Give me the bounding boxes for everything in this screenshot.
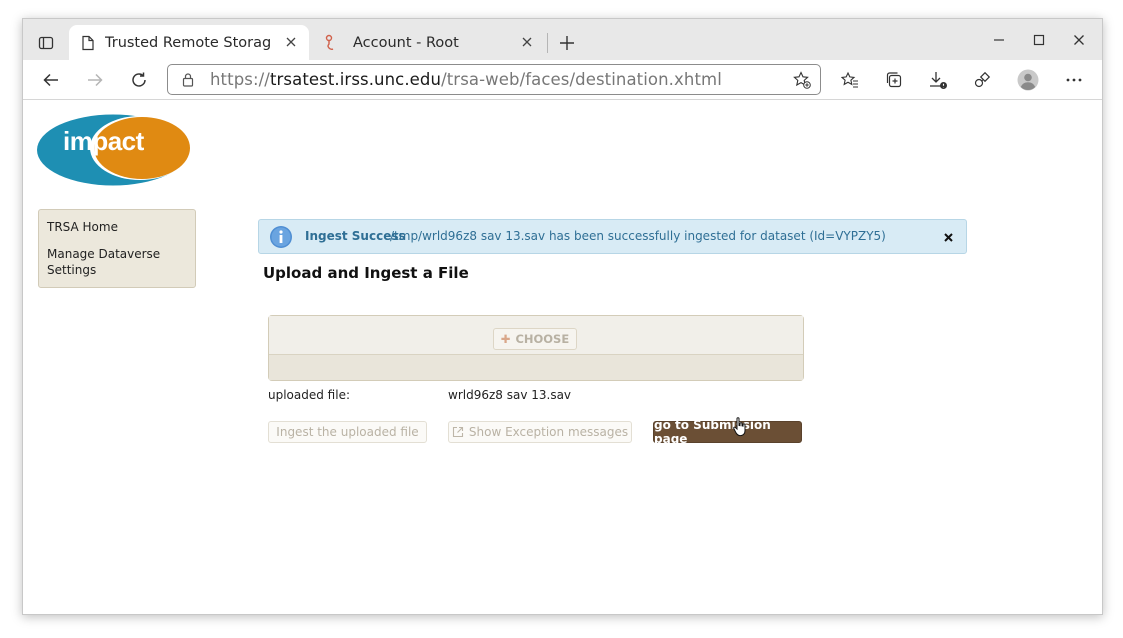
tab-close-button[interactable] [519,34,535,50]
browser-window: Trusted Remote Storage A Account - Root [22,18,1103,615]
upload-drop-area[interactable] [269,355,803,380]
url-host: trsatest.irss.unc.edu [269,70,442,89]
choose-label: CHOOSE [515,332,570,346]
collections-icon [886,72,902,88]
browser-toolbar: https://trsatest.irss.unc.edu/trsa-web/f… [23,60,1102,100]
tab-trusted-remote-storage[interactable]: Trusted Remote Storage A [69,25,309,60]
hand-cursor-icon [733,417,746,437]
star-add-icon [793,71,811,89]
back-button[interactable] [37,66,65,94]
close-icon [943,232,953,242]
ingest-file-button[interactable]: Ingest the uploaded file [268,421,427,443]
uploaded-file-value: wrld96z8 sav 13.sav [448,388,572,402]
upload-buttonbar: ✚ CHOOSE [269,316,803,355]
tab-actions-icon [38,36,54,50]
message-close-button[interactable] [941,230,955,244]
uploaded-file-label: uploaded file: [268,388,351,402]
profile-button[interactable] [1014,66,1042,94]
url-path: /trsa-web/faces/destination.xhtml [441,70,722,89]
refresh-button[interactable] [125,66,153,94]
logo-text: impact [63,126,144,156]
minimize-button[interactable] [985,29,1013,51]
tab-strip: Trusted Remote Storage A Account - Root [23,19,1102,60]
maximize-button[interactable] [1025,29,1053,51]
app-favicon-icon [325,34,334,50]
plus-icon [560,36,574,50]
favorites-icon [841,71,858,88]
forward-button[interactable] [81,66,109,94]
go-to-submission-page-label: go to Submission page [654,418,771,446]
show-exception-messages-label: Show Exception messages [468,425,629,439]
minimize-icon [994,39,1004,41]
extensions-button[interactable] [968,66,996,94]
arrow-left-icon [43,73,58,87]
close-window-button[interactable] [1065,29,1093,51]
address-bar[interactable]: https://trsatest.irss.unc.edu/trsa-web/f… [167,64,821,95]
plus-icon: ✚ [500,332,511,346]
arrow-right-icon [88,73,103,87]
lock-icon [182,72,196,87]
url-scheme: https:// [210,70,270,89]
new-tab-button[interactable] [555,31,579,55]
download-icon [930,72,947,89]
impact-logo[interactable]: impact [37,114,191,186]
ingest-file-label: Ingest the uploaded file [276,425,419,439]
more-icon [1066,78,1082,82]
sidebar-item-trsa-home[interactable]: TRSA Home [47,219,118,235]
url-text: https://trsatest.irss.unc.edu/trsa-web/f… [210,70,722,89]
choose-file-button[interactable]: ✚ CHOOSE [493,328,577,350]
refresh-icon [132,72,146,87]
favorites-button[interactable] [836,66,864,94]
tab-account-root[interactable]: Account - Root [313,25,545,60]
settings-menu-button[interactable] [1060,66,1088,94]
tab-title: Account - Root [353,34,459,51]
add-favorite-button[interactable] [792,70,812,90]
sidebar-menu: TRSA Home Manage Dataverse Settings [38,209,196,288]
extensions-icon [974,71,991,88]
close-icon [1074,35,1084,45]
maximize-icon [1033,34,1045,46]
tab-title: Trusted Remote Storage A [105,34,270,51]
collections-button[interactable] [880,66,908,94]
external-link-icon [452,426,463,438]
tab-close-button[interactable] [283,34,299,50]
document-icon [82,35,94,50]
close-icon [286,37,296,47]
show-exception-messages-button[interactable]: Show Exception messages [448,421,632,443]
message-detail: /tmp/wrld96z8 sav 13.sav has been succes… [390,229,886,243]
page-title: Upload and Ingest a File [263,264,469,282]
page-content: impact TRSA Home Manage Dataverse Settin… [23,100,1102,614]
avatar-icon [1017,69,1039,91]
success-message: Ingest Success /tmp/wrld96z8 sav 13.sav … [258,219,967,254]
file-upload-widget: ✚ CHOOSE [268,315,804,381]
sidebar-item-manage-dataverse-settings[interactable]: Manage Dataverse Settings [47,246,167,278]
downloads-button[interactable] [924,66,952,94]
tab-separator [547,33,548,53]
tab-actions-button[interactable] [33,30,59,56]
close-icon [522,37,532,47]
go-to-submission-page-button[interactable]: go to Submission page [653,418,802,446]
info-icon [270,226,292,248]
